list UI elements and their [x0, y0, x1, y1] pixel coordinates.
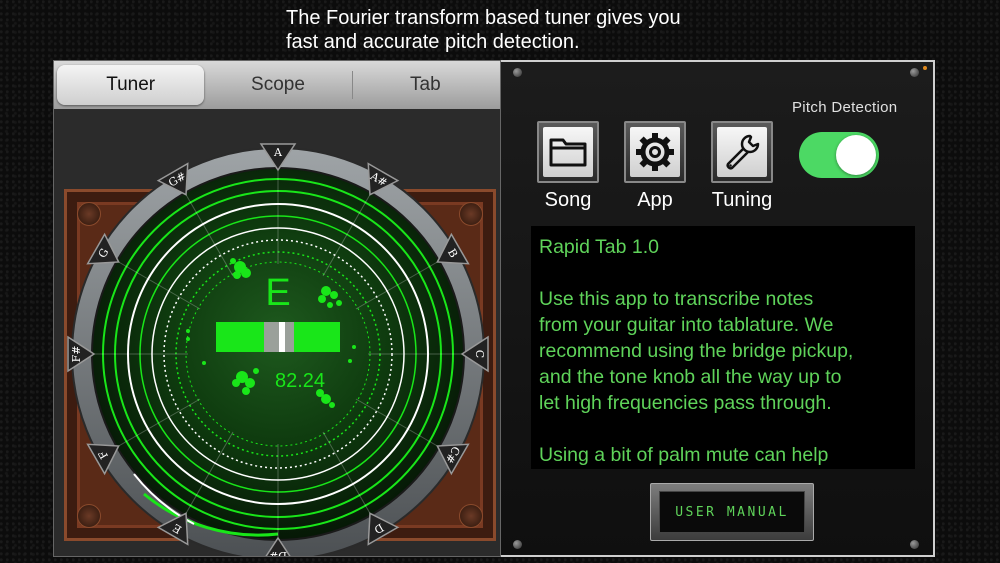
signal-dot — [202, 361, 206, 365]
signal-dot — [318, 295, 326, 303]
screw — [513, 68, 522, 77]
pitch-detection-label: Pitch Detection — [792, 99, 898, 116]
info-paragraph-2: Using a bit of palm mute can help — [539, 444, 829, 466]
signal-dot — [253, 368, 259, 374]
info-paragraph-1: Use this app to transcribe notes from yo… — [539, 288, 854, 414]
tab-tuner[interactable]: Tuner — [57, 65, 205, 105]
signal-dot — [330, 291, 338, 299]
tab-tab[interactable]: Tab — [351, 65, 499, 105]
note-marker-label: C — [473, 350, 486, 358]
note-marker-label: F# — [70, 346, 83, 363]
signal-dot — [242, 387, 250, 395]
signal-dot — [233, 271, 241, 279]
signal-dot — [186, 329, 190, 333]
signal-dot — [241, 268, 251, 278]
note-marker-label: A — [273, 146, 283, 159]
pitch-detection-toggle[interactable] — [799, 132, 879, 178]
screw — [910, 68, 919, 77]
detected-note: E — [265, 272, 290, 314]
settings-panel: Song App Tuning Pitch Detection Rapid Ta… — [501, 60, 935, 557]
signal-dot — [348, 359, 352, 363]
tuner-dial: AA#BCC#DD#EFF#GG# E 82.24 — [67, 143, 489, 557]
tab-scope[interactable]: Scope — [204, 65, 351, 105]
signal-dot — [186, 337, 190, 341]
song-button[interactable] — [537, 121, 599, 183]
song-label: Song — [544, 189, 592, 211]
app-label: App — [637, 189, 673, 211]
toggle-knob — [836, 135, 876, 175]
signal-dot — [230, 258, 236, 264]
info-text-box[interactable]: Rapid Tab 1.0 Use this app to transcribe… — [531, 226, 915, 469]
folder-icon — [543, 127, 593, 177]
signal-dot — [352, 345, 356, 349]
tuner-panel: Tuner Scope Tab A A# B C C# D D# E F F# … — [53, 60, 501, 557]
tuning-label: Tuning — [711, 189, 773, 211]
screw — [910, 540, 919, 549]
gear-icon — [630, 127, 680, 177]
signal-dot — [321, 286, 331, 296]
signal-dot — [329, 402, 335, 408]
tuning-needle — [279, 322, 285, 352]
user-manual-label: USER MANUAL — [659, 491, 805, 533]
note-marker-label: D# — [269, 549, 287, 557]
user-manual-button[interactable]: USER MANUAL — [650, 483, 814, 541]
caption-line-2: fast and accurate pitch detection. — [286, 31, 580, 53]
tuner-area: A A# B C C# D D# E F F# G G# E 82.24 — [54, 109, 500, 557]
info-title: Rapid Tab 1.0 — [539, 236, 659, 258]
signal-dot — [327, 302, 333, 308]
signal-dot — [232, 379, 240, 387]
signal-dot — [245, 378, 255, 388]
signal-dot — [336, 300, 342, 306]
caption-line-1: The Fourier transform based tuner gives … — [286, 7, 681, 29]
wrench-icon — [717, 127, 767, 177]
detected-frequency: 82.24 — [275, 370, 325, 392]
app-settings-button[interactable] — [624, 121, 686, 183]
status-light — [923, 66, 927, 70]
tab-bar: Tuner Scope Tab — [54, 61, 500, 109]
screw — [513, 540, 522, 549]
tuning-button[interactable] — [711, 121, 773, 183]
caption: The Fourier transform based tuner gives … — [286, 6, 746, 54]
